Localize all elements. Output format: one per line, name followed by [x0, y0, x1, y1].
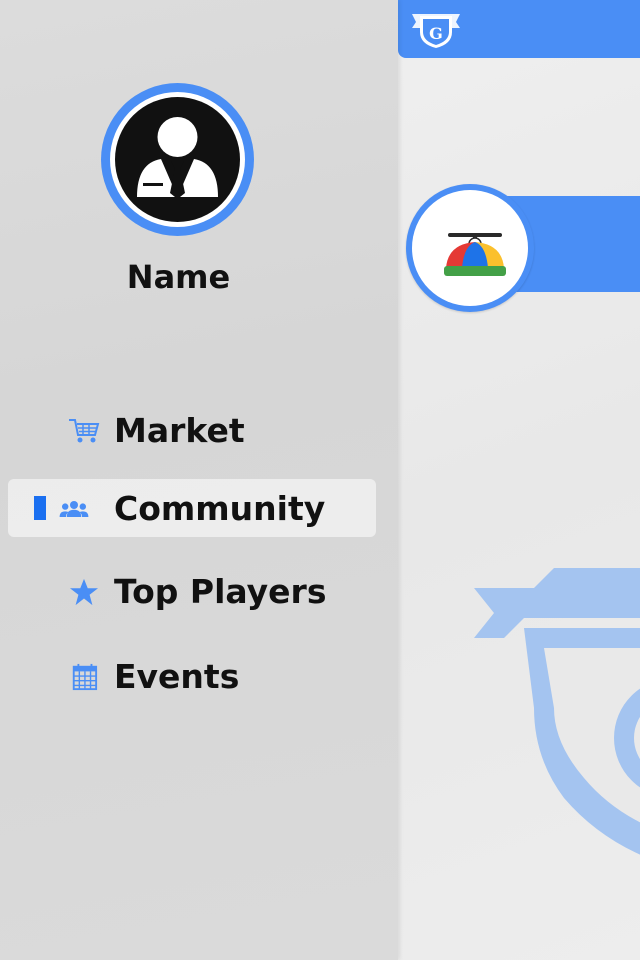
- logo-letter: G: [429, 24, 443, 43]
- star-icon: [70, 578, 98, 606]
- background-shield-emblem: [474, 568, 640, 855]
- nav-item-top-players[interactable]: Top Players: [0, 562, 398, 620]
- shopping-cart-icon: [69, 419, 100, 443]
- propeller-hat-icon: [444, 233, 506, 276]
- avatar[interactable]: [101, 83, 254, 236]
- nav-item-label: Events: [114, 657, 240, 696]
- nav-item-community[interactable]: Community: [0, 479, 398, 537]
- calendar-icon: [72, 663, 98, 691]
- nav-item-label: Market: [114, 411, 245, 450]
- shield-logo-icon[interactable]: G: [408, 6, 464, 50]
- profile-badge[interactable]: [406, 184, 534, 312]
- active-indicator: [34, 496, 46, 520]
- user-avatar-icon: [137, 117, 218, 199]
- top-app-bar: G: [398, 0, 640, 58]
- navigation-drawer: Name Market Community Top Players Events: [0, 0, 398, 960]
- main-panel: G: [398, 0, 640, 960]
- nav-item-events[interactable]: Events: [0, 647, 398, 705]
- community-icon: [59, 501, 89, 517]
- nav-item-label: Top Players: [114, 572, 327, 611]
- nav-item-market[interactable]: Market: [0, 401, 398, 459]
- user-name: Name: [126, 258, 231, 296]
- nav-item-label: Community: [114, 489, 326, 528]
